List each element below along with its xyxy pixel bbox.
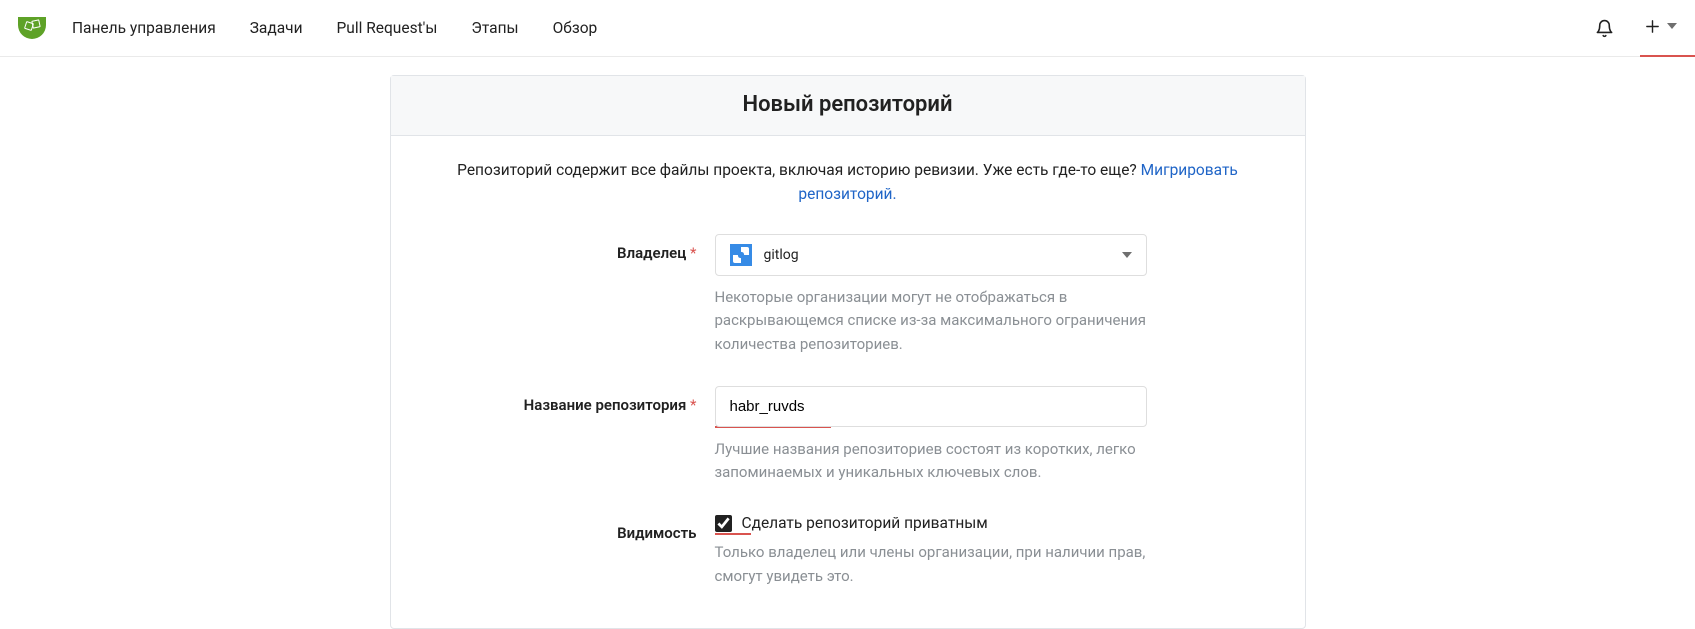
private-checkbox[interactable] <box>715 515 732 532</box>
chevron-down-icon <box>1122 252 1132 258</box>
owner-help: Некоторые организации могут не отображат… <box>715 286 1147 356</box>
owner-avatar <box>730 244 752 266</box>
owner-value: gitlog <box>764 247 799 263</box>
gitea-logo[interactable] <box>18 17 46 39</box>
nav-dashboard[interactable]: Панель управления <box>72 19 216 37</box>
new-repo-card: Новый репозиторий Репозиторий содержит в… <box>390 75 1306 629</box>
owner-dropdown[interactable]: gitlog <box>715 234 1147 276</box>
plus-icon <box>1644 18 1661 35</box>
private-checkbox-label[interactable]: Сделать репозиторий приватным <box>742 514 988 532</box>
nav-pull-requests[interactable]: Pull Request'ы <box>337 19 438 37</box>
intro-text: Репозиторий содержит все файлы проекта, … <box>449 158 1247 206</box>
bell-icon <box>1595 19 1614 38</box>
visibility-help: Только владелец или члены организации, п… <box>715 541 1147 588</box>
chevron-down-icon <box>1667 23 1677 29</box>
repo-name-input[interactable] <box>715 386 1147 427</box>
nav-explore[interactable]: Обзор <box>553 19 598 37</box>
nav-right <box>1595 18 1677 39</box>
notifications-button[interactable] <box>1595 19 1614 38</box>
card-title: Новый репозиторий <box>391 76 1305 136</box>
owner-row: Владелец gitlog Некоторые организации мо… <box>419 234 1277 378</box>
repo-name-label: Название репозитория <box>419 386 715 507</box>
repo-name-row: Название репозитория Лучшие названия реп… <box>419 386 1277 507</box>
top-nav: Панель управления Задачи Pull Request'ы … <box>0 0 1695 57</box>
nav-milestones[interactable]: Этапы <box>471 19 518 37</box>
create-menu-button[interactable] <box>1644 18 1677 39</box>
visibility-label: Видимость <box>419 514 715 610</box>
owner-label: Владелец <box>419 234 715 378</box>
nav-links: Панель управления Задачи Pull Request'ы … <box>72 19 597 37</box>
intro-plain: Репозиторий содержит все файлы проекта, … <box>457 161 1140 179</box>
repo-name-help: Лучшие названия репозиториев состоят из … <box>715 438 1147 485</box>
nav-issues[interactable]: Задачи <box>250 19 303 37</box>
highlight-underline <box>715 533 751 535</box>
visibility-row: Видимость Сделать репозиторий приватным … <box>419 514 1277 610</box>
